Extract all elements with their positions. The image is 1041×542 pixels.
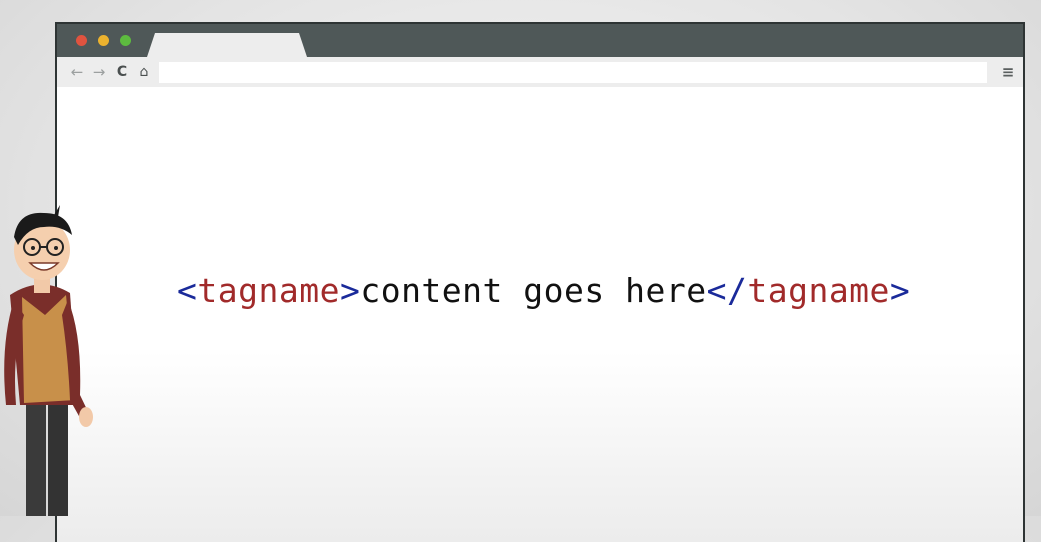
address-bar[interactable] bbox=[159, 62, 987, 83]
browser-tab[interactable] bbox=[147, 33, 307, 57]
minimize-window-button[interactable] bbox=[98, 35, 109, 46]
open-close-bracket: > bbox=[339, 271, 361, 310]
opening-tag-name: tagname bbox=[197, 271, 340, 310]
home-icon[interactable]: ⌂ bbox=[134, 61, 154, 83]
open-bracket: < bbox=[177, 271, 198, 310]
back-arrow-icon[interactable]: ← bbox=[67, 61, 87, 83]
close-window-button[interactable] bbox=[76, 35, 87, 46]
menu-icon[interactable]: ≡ bbox=[998, 61, 1018, 83]
browser-toolbar: ← → C ⌂ ≡ bbox=[57, 57, 1023, 87]
browser-window: ← → C ⌂ ≡ <tagname>content goes here</ta… bbox=[55, 22, 1025, 542]
html-tag-syntax: <tagname>content goes here</tagname> bbox=[177, 271, 910, 310]
tag-content: content goes here bbox=[360, 271, 707, 310]
closing-bracket-slash: </ bbox=[706, 271, 748, 310]
maximize-window-button[interactable] bbox=[120, 35, 131, 46]
cartoon-presenter-illustration bbox=[4, 205, 93, 516]
closing-tag-name: tagname bbox=[747, 271, 890, 310]
reload-icon[interactable]: C bbox=[112, 61, 132, 83]
closing-close-bracket: > bbox=[889, 271, 911, 310]
forward-arrow-icon[interactable]: → bbox=[89, 61, 109, 83]
browser-titlebar bbox=[57, 24, 1023, 57]
page-content: <tagname>content goes here</tagname> bbox=[57, 87, 1023, 542]
